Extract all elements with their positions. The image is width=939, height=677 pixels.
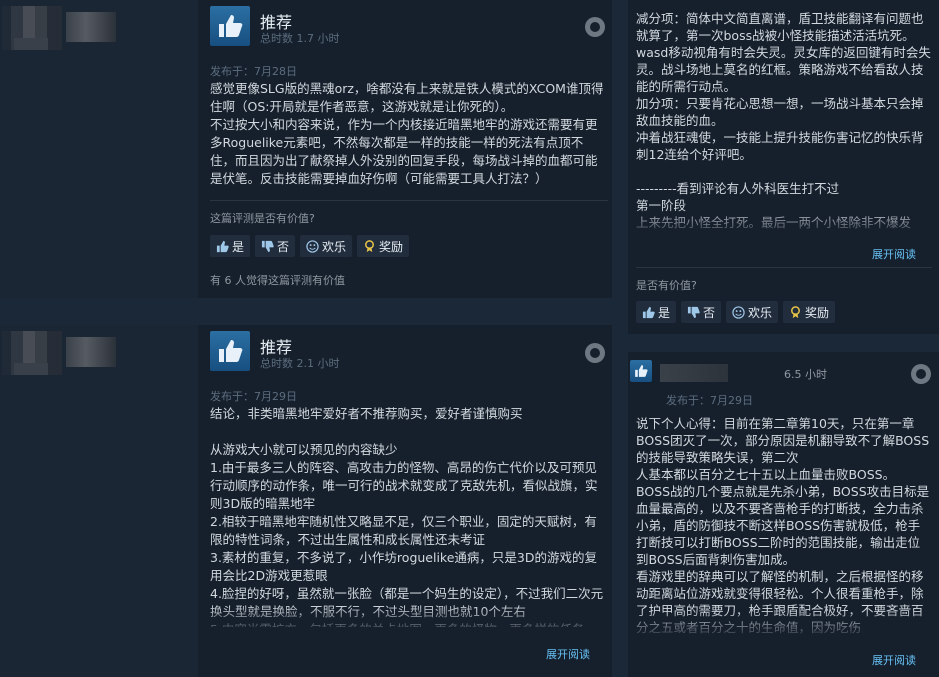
award-icon <box>791 305 801 318</box>
text-fade <box>628 610 939 640</box>
review-card: 减分项：简体中文简直离谱，盾卫技能翻译有问题也就算了，第一次boss战被小怪技能… <box>628 0 939 334</box>
vote-funny-button[interactable]: 欢乐 <box>300 235 353 257</box>
playtime: 总时数 2.1 小时 <box>260 357 340 370</box>
award-button[interactable]: 奖励 <box>783 301 836 323</box>
divider <box>636 267 932 268</box>
review-card: 6.5 小时 发布于：7月29日 说下个人心得：目前在第二章第10天，只在第一章… <box>628 352 939 677</box>
reviewer-name[interactable] <box>66 337 116 367</box>
playtime: 6.5 小时 <box>784 368 827 381</box>
vote-yes-button[interactable]: 是 <box>636 301 677 323</box>
steam-icon <box>585 17 605 37</box>
reviewer-name[interactable] <box>66 12 116 42</box>
thumbs-up-icon <box>642 306 655 318</box>
steam-icon <box>911 364 931 384</box>
award-label: 奖励 <box>805 305 830 320</box>
review-body: 减分项：简体中文简直离谱，盾卫技能翻译有问题也就算了，第一次boss战被小怪技能… <box>636 11 931 230</box>
reviewer-meta <box>14 363 48 375</box>
thumbs-up-icon <box>210 331 250 371</box>
helpful-question: 这篇评测是否有价值? <box>210 212 315 225</box>
posted-date: 发布于：7月29日 <box>210 390 297 403</box>
vote-no-label: 否 <box>277 239 290 254</box>
vote-no-label: 否 <box>703 305 716 320</box>
text-fade <box>628 208 939 238</box>
review-body: 结论，非类暗黑地牢爱好者不推荐购买，爱好者谨慎购买 从游戏大小就可以预见的内容缺… <box>210 406 604 627</box>
vote-no-button[interactable]: 否 <box>255 235 296 257</box>
vote-yes-button[interactable]: 是 <box>210 235 251 257</box>
vote-yes-label: 是 <box>232 239 245 254</box>
thumbs-down-icon <box>687 306 700 318</box>
text-fade <box>200 605 612 635</box>
vote-funny-label: 欢乐 <box>322 239 347 254</box>
thumbs-up-icon <box>210 6 250 46</box>
reviewer-meta <box>14 38 48 50</box>
expand-link[interactable]: 展开阅读 <box>546 646 590 662</box>
playtime: 总时数 1.7 小时 <box>260 32 340 45</box>
vote-funny-button[interactable]: 欢乐 <box>726 301 779 323</box>
divider <box>210 200 608 201</box>
smiley-icon <box>732 305 745 319</box>
vote-no-button[interactable]: 否 <box>681 301 722 323</box>
thumbs-up-icon <box>216 240 229 252</box>
award-icon <box>365 239 375 252</box>
reviewer-panel <box>0 325 198 677</box>
posted-date: 发布于：7月29日 <box>666 394 753 407</box>
smiley-icon <box>306 239 319 253</box>
vote-funny-label: 欢乐 <box>748 305 773 320</box>
reviewer-name[interactable] <box>660 364 728 382</box>
expand-link[interactable]: 展开阅读 <box>872 246 916 262</box>
award-button[interactable]: 奖励 <box>357 235 410 257</box>
review-card: 推荐 总时数 2.1 小时 发布于：7月29日 结论，非类暗黑地牢爱好者不推荐购… <box>0 325 612 677</box>
posted-date: 发布于：7月28日 <box>210 65 297 78</box>
vote-buttons: 是 否 欢乐 奖励 <box>210 235 410 257</box>
helpful-count: 有 6 人觉得这篇评测有价值 <box>210 274 345 287</box>
thumbs-down-icon <box>261 240 274 252</box>
award-label: 奖励 <box>379 239 404 254</box>
steam-icon <box>585 343 605 363</box>
thumbs-up-icon <box>630 360 652 382</box>
vote-buttons: 是 否 欢乐 奖励 <box>636 301 836 323</box>
review-body: 感觉更像SLG版的黑魂orz，啥都没有上来就是铁人模式的XCOM谁顶得住啊（OS… <box>210 81 604 186</box>
review-card: 推荐 总时数 1.7 小时 发布于：7月28日 感觉更像SLG版的黑魂orz，啥… <box>0 0 612 298</box>
reviewer-panel <box>0 0 198 298</box>
helpful-question: 是否有价值? <box>636 279 697 292</box>
review-body: 说下个人心得：目前在第二章第10天，只在第一章BOSS团灭了一次，部分原因是机翻… <box>636 416 930 635</box>
vote-yes-label: 是 <box>658 305 671 320</box>
expand-link[interactable]: 展开阅读 <box>872 652 916 668</box>
